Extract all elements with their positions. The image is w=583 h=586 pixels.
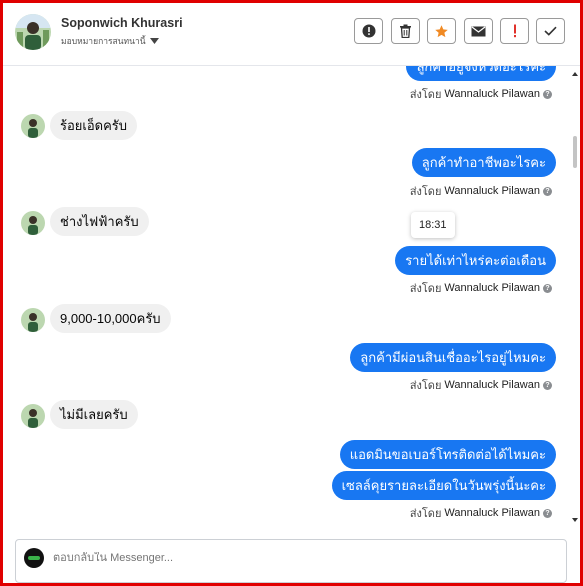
contact-avatar-small[interactable]	[21, 308, 45, 332]
sent-by-label: ส่งโดย Wannaluck Pilawan ?	[410, 376, 552, 394]
message-scrollbar[interactable]	[571, 66, 580, 528]
sent-by-label: ส่งโดย Wannaluck Pilawan ?	[410, 182, 552, 200]
contact-avatar[interactable]	[15, 14, 51, 50]
sent-by-label: ส่งโดย Wannaluck Pilawan ?	[410, 504, 552, 522]
check-icon	[544, 26, 557, 36]
sent-by-label: ส่งโดย Wannaluck Pilawan ?	[410, 85, 552, 103]
mark-done-button[interactable]	[536, 18, 565, 44]
outgoing-message[interactable]: ลูกค้าอยู่จังหวัดอะไรคะ	[406, 66, 556, 81]
envelope-icon	[471, 26, 486, 36]
contact-name[interactable]: Soponwich Khurasri	[61, 16, 183, 30]
outgoing-message[interactable]: รายได้เท่าไหร่คะต่อเดือน	[395, 246, 556, 275]
conversation-header: Soponwich Khurasri มอบหมายการสนทนานี้	[3, 3, 580, 66]
follow-up-button[interactable]	[500, 18, 529, 44]
mark-unread-button[interactable]	[464, 18, 493, 44]
reply-input[interactable]	[53, 552, 473, 564]
assign-label: มอบหมายการสนทนานี้	[61, 36, 146, 46]
trash-icon	[400, 24, 411, 38]
scroll-down-arrow-icon[interactable]	[572, 518, 578, 522]
sent-by-label: ส่งโดย Wannaluck Pilawan ?	[410, 279, 552, 297]
star-icon	[435, 24, 448, 37]
outgoing-message[interactable]: เซลล์คุยรายละเอียดในวันพรุ่งนี้นะคะ	[331, 471, 556, 500]
info-icon[interactable]: ?	[543, 380, 552, 390]
info-icon[interactable]: ?	[543, 89, 552, 99]
contact-avatar-small[interactable]	[21, 114, 45, 138]
scroll-up-arrow-icon[interactable]	[572, 72, 578, 76]
info-icon[interactable]: ?	[543, 508, 552, 518]
message-thread[interactable]: ลูกค้าอยู่จังหวัดอะไรคะ ส่งโดย Wannaluck…	[3, 66, 570, 528]
outgoing-message[interactable]: แอดมินขอเบอร์โทรติดต่อได้ไหมคะ	[339, 440, 556, 469]
alert-circle-icon	[362, 24, 375, 38]
contact-avatar-small[interactable]	[21, 211, 45, 235]
assign-conversation-dropdown[interactable]: มอบหมายการสนทนานี้	[61, 34, 159, 48]
outgoing-message[interactable]: ลูกค้าทำอาชีพอะไรคะ	[411, 148, 556, 177]
reply-composer[interactable]	[15, 539, 567, 583]
info-icon[interactable]: ?	[543, 283, 552, 293]
mark-spam-button[interactable]	[354, 18, 383, 44]
page-avatar	[24, 548, 44, 568]
delete-button[interactable]	[391, 18, 420, 44]
incoming-message[interactable]: ร้อยเอ็ดครับ	[50, 111, 138, 140]
contact-avatar-small[interactable]	[21, 404, 45, 428]
outgoing-message[interactable]: ลูกค้ามีผ่อนสินเชื่ออะไรอยู่ไหมคะ	[350, 343, 556, 372]
incoming-message[interactable]: 9,000-10,000ครับ	[50, 304, 171, 333]
info-icon[interactable]: ?	[543, 186, 552, 196]
scroll-thumb[interactable]	[573, 136, 577, 168]
exclamation-icon	[513, 24, 516, 38]
timestamp-tooltip: 18:31	[411, 212, 455, 238]
caret-down-icon	[149, 38, 159, 44]
incoming-message[interactable]: ช่างไฟฟ้าครับ	[50, 207, 149, 236]
conversation-panel: Soponwich Khurasri มอบหมายการสนทนานี้ ลู…	[0, 0, 583, 586]
incoming-message[interactable]: ไม่มีเลยครับ	[50, 400, 138, 429]
star-button[interactable]	[427, 18, 456, 44]
